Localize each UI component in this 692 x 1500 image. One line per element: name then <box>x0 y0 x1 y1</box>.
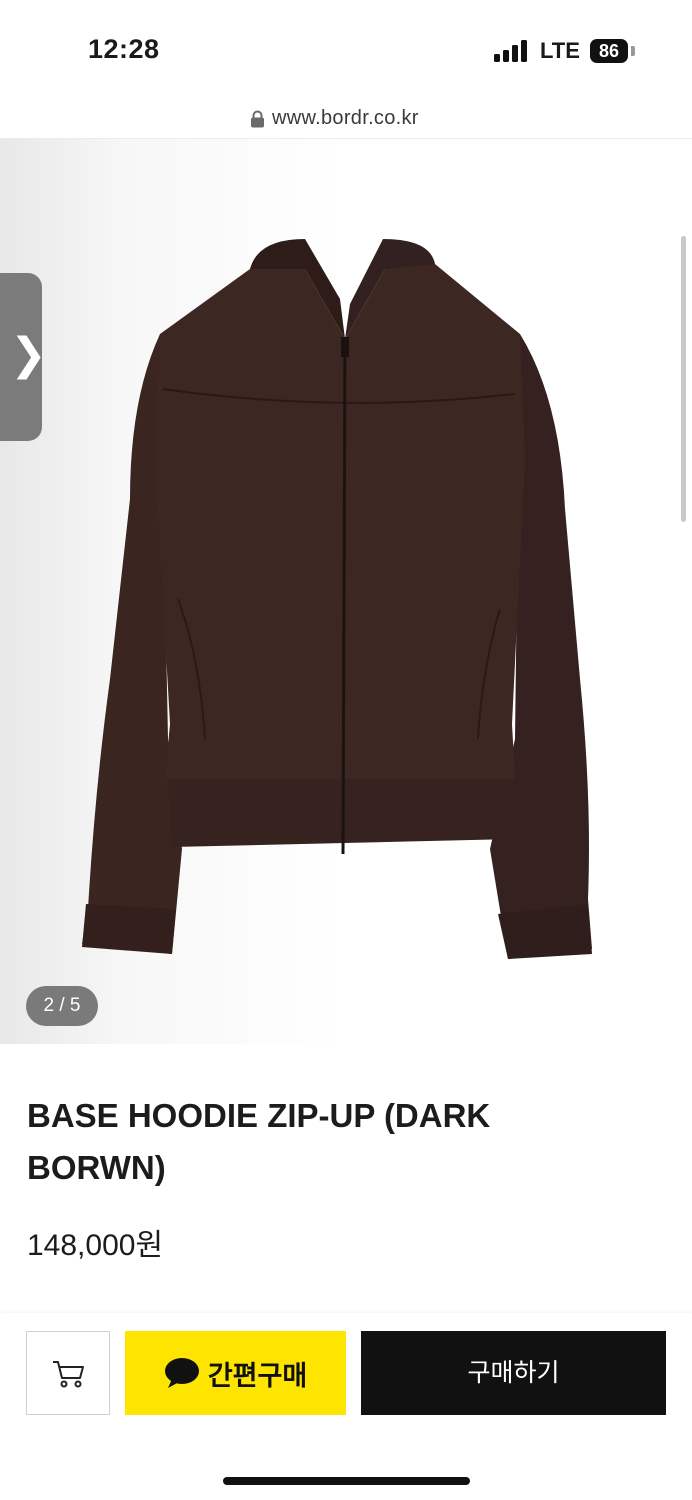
url-text: www.bordr.co.kr <box>272 107 419 129</box>
signal-icon <box>494 40 528 62</box>
page-scrollbar[interactable] <box>681 236 686 522</box>
product-image-gallery[interactable] <box>0 139 692 1044</box>
chevron-right-icon: ❯ <box>10 330 47 379</box>
quick-buy-label: 간편구매 <box>207 1360 308 1391</box>
gallery-pager: 2 / 5 <box>26 986 98 1026</box>
battery-tip <box>631 46 635 56</box>
address-bar[interactable]: www.bordr.co.kr <box>0 100 692 139</box>
product-price: 148,000원 <box>27 1229 164 1262</box>
battery-icon: 86 <box>590 39 628 63</box>
lock-icon <box>251 110 264 128</box>
cart-icon <box>53 1361 84 1388</box>
network-type: LTE <box>540 38 580 63</box>
status-bar: 12:28 LTE 86 <box>0 0 692 100</box>
home-indicator[interactable] <box>223 1477 470 1485</box>
buy-now-button[interactable]: 구매하기 <box>361 1331 666 1415</box>
hoodie-image <box>0 139 692 1044</box>
product-title: BASE HOODIE ZIP-UP (DARK BORWN) <box>27 1097 491 1186</box>
quick-buy-button[interactable]: 간편구매 <box>125 1331 346 1415</box>
talk-bubble-icon <box>164 1358 199 1388</box>
side-drawer-tab[interactable]: ❯ <box>0 273 47 441</box>
status-time: 12:28 <box>88 34 160 64</box>
cart-button[interactable] <box>26 1331 110 1415</box>
